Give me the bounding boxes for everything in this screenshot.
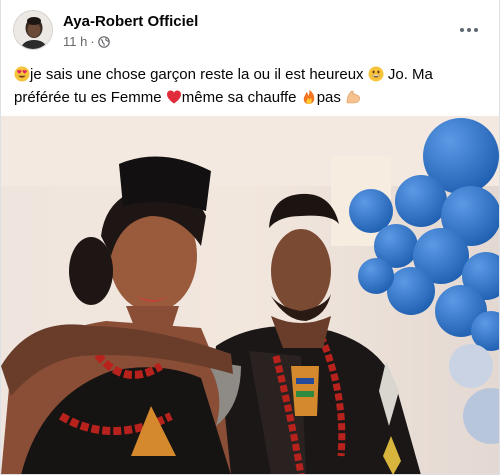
more-dot bbox=[460, 28, 464, 32]
more-options-button[interactable] bbox=[455, 18, 483, 42]
post-header: Aya-Robert Officiel 11 h · bbox=[1, 0, 499, 60]
meta-separator: · bbox=[90, 34, 95, 49]
post-text-segment-1: je sais une chose garçon reste la ou il … bbox=[30, 66, 364, 83]
post-text-segment-3: même sa chauffe bbox=[181, 89, 297, 106]
red-heart-emoji-icon bbox=[166, 90, 181, 104]
post-text: je sais une chose garçon reste la ou il … bbox=[14, 63, 484, 109]
post-photo[interactable] bbox=[1, 116, 499, 474]
post-meta: 11 h · bbox=[63, 34, 110, 49]
author-avatar[interactable] bbox=[13, 10, 53, 50]
post-card: Aya-Robert Officiel 11 h · je sais une c… bbox=[0, 0, 500, 475]
avatar-portrait-icon bbox=[14, 11, 52, 49]
flexed-biceps-emoji-icon bbox=[346, 90, 361, 104]
heart-eyes-emoji-icon bbox=[14, 66, 30, 82]
fire-emoji-icon bbox=[303, 90, 314, 104]
post-text-segment-4: pas bbox=[316, 89, 341, 106]
globe-icon bbox=[97, 35, 110, 48]
author-name[interactable]: Aya-Robert Officiel bbox=[63, 13, 198, 30]
more-dot bbox=[474, 28, 478, 32]
more-dot bbox=[467, 28, 471, 32]
post-time[interactable]: 11 h bbox=[63, 34, 87, 49]
couple-photo-image bbox=[1, 116, 499, 474]
grinning-emoji-icon bbox=[368, 66, 384, 82]
